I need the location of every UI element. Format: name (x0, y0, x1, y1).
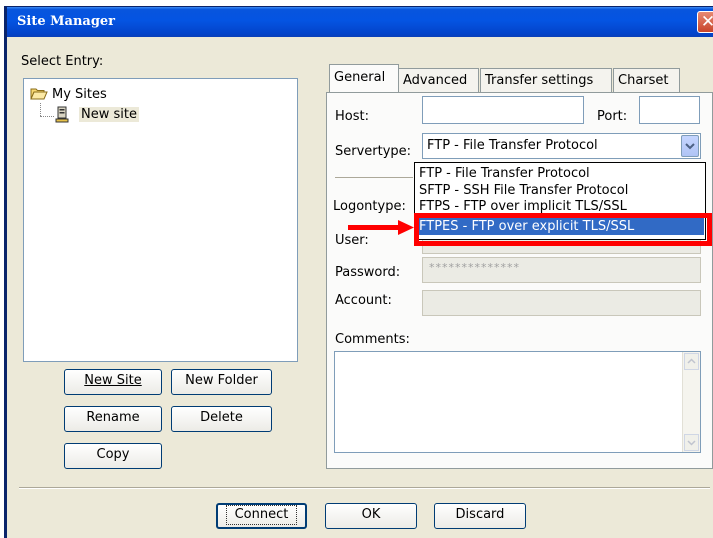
servertype-option-ftps[interactable]: FTPS - FTP over implicit TLS/SSL (416, 199, 704, 213)
tab-advanced-label: Advanced (403, 73, 468, 88)
connect-button[interactable]: Connect (216, 503, 307, 529)
password-input[interactable]: ************** (422, 257, 701, 283)
discard-label: Discard (455, 507, 505, 522)
tab-general[interactable]: General (329, 64, 399, 94)
dropdown-button[interactable] (681, 135, 699, 157)
rename-button[interactable]: Rename (64, 406, 162, 432)
select-entry-label: Select Entry: (21, 54, 104, 69)
host-input[interactable] (422, 96, 584, 124)
tab-transfer-settings-label: Transfer settings (485, 73, 594, 88)
ok-label: OK (361, 507, 381, 522)
delete-label: Delete (200, 410, 243, 425)
red-arrow-icon (348, 220, 418, 236)
port-input[interactable] (639, 96, 700, 124)
new-folder-button[interactable]: New Folder (171, 369, 272, 395)
chevron-down-icon (687, 440, 696, 446)
tab-transfer-settings[interactable]: Transfer settings (480, 68, 612, 93)
servertype-option-sftp[interactable]: SFTP - SSH File Transfer Protocol (416, 182, 704, 199)
tab-general-label: General (334, 70, 386, 85)
tree-connector (40, 116, 54, 118)
server-icon (53, 106, 71, 124)
ok-button[interactable]: OK (325, 503, 417, 529)
port-label: Port: (597, 109, 628, 124)
new-site-button[interactable]: New Site (64, 369, 162, 395)
scroll-down-button[interactable] (684, 434, 699, 451)
folder-open-icon (30, 87, 48, 101)
servertype-selected-value: FTP - File Transfer Protocol (427, 138, 598, 153)
password-label: Password: (335, 265, 401, 280)
bottom-separator (19, 487, 710, 489)
delete-button[interactable]: Delete (171, 406, 272, 432)
password-mask: ************** (429, 261, 520, 274)
rename-label: Rename (86, 410, 140, 425)
servertype-select[interactable]: FTP - File Transfer Protocol (422, 133, 701, 159)
divider (335, 177, 413, 178)
site-tree[interactable]: My Sites New site (23, 78, 298, 362)
copy-button[interactable]: Copy (64, 443, 162, 469)
new-folder-label: New Folder (185, 373, 258, 388)
copy-label: Copy (96, 447, 130, 462)
tree-item-new-site[interactable]: New site (79, 107, 139, 122)
comments-scrollbar[interactable] (682, 352, 700, 452)
new-site-label: New Site (84, 373, 142, 388)
scroll-up-button[interactable] (684, 353, 699, 370)
servertype-label: Servertype: (335, 144, 412, 159)
account-label: Account: (335, 293, 392, 308)
servertype-option-ftp[interactable]: FTP - File Transfer Protocol (416, 165, 704, 182)
close-icon: ✕ (700, 12, 713, 32)
tab-advanced[interactable]: Advanced (398, 68, 479, 93)
tab-charset[interactable]: Charset (613, 68, 680, 93)
connect-label: Connect (225, 505, 298, 525)
logontype-label: Logontype: (333, 199, 406, 214)
close-button[interactable]: ✕ (697, 11, 713, 33)
comments-textarea[interactable] (334, 351, 701, 453)
site-manager-window: Site Manager ✕ Select Entry: My Sites Ne… (4, 6, 713, 538)
window-title: Site Manager (17, 14, 116, 29)
tab-charset-label: Charset (618, 73, 669, 88)
chevron-up-icon (687, 358, 696, 364)
highlight-box (414, 213, 712, 246)
tree-connector (40, 103, 42, 116)
host-label: Host: (335, 109, 369, 124)
account-input[interactable] (422, 290, 701, 316)
title-bar: Site Manager ✕ (7, 7, 713, 37)
chevron-down-icon (685, 143, 695, 150)
discard-button[interactable]: Discard (434, 503, 526, 529)
tree-root-my-sites[interactable]: My Sites (52, 87, 107, 102)
comments-label: Comments: (335, 332, 410, 347)
